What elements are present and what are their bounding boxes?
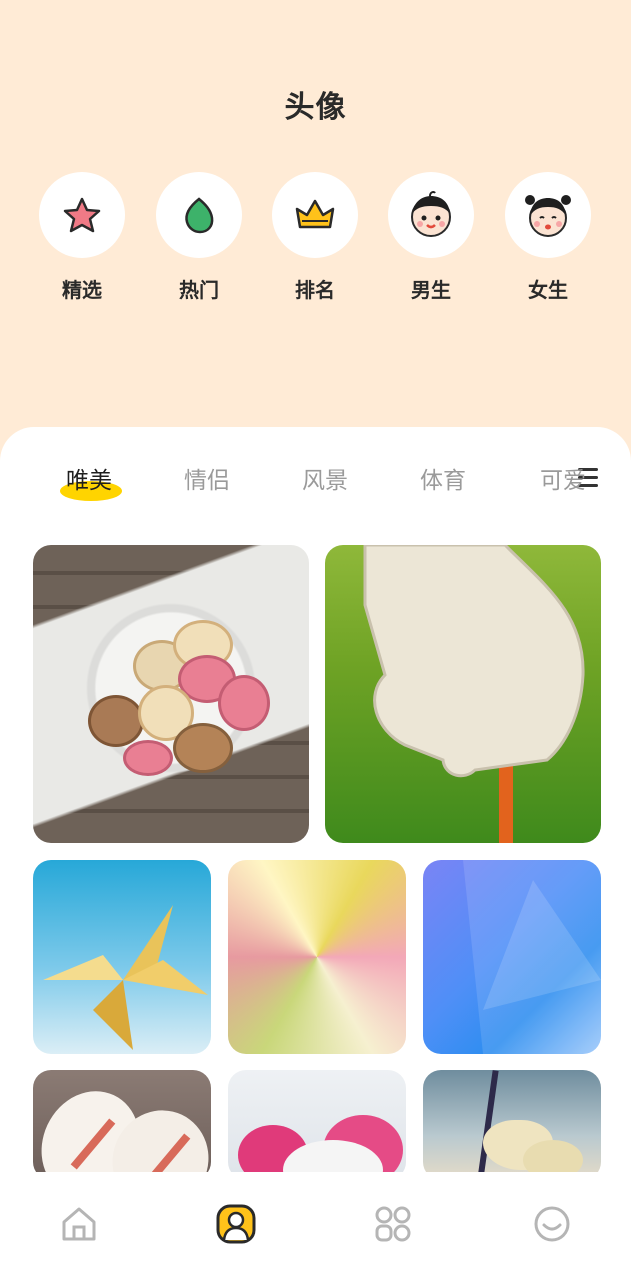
- pinwheel-illustration: [43, 905, 208, 1050]
- apps-grid-icon: [375, 1206, 411, 1242]
- category-row: 精选 热门 排名 男生 女生: [0, 172, 631, 312]
- gallery-image-blue-gradient[interactable]: [423, 860, 601, 1054]
- category-label: 热门: [179, 278, 219, 302]
- category-ranking[interactable]: 排名: [272, 172, 358, 303]
- category-icon-circle: [272, 172, 358, 258]
- gallery-image-pinwheel[interactable]: [33, 860, 211, 1054]
- category-icon-circle: [39, 172, 125, 258]
- category-featured[interactable]: 精选: [39, 172, 125, 303]
- category-hot[interactable]: 热门: [156, 172, 242, 303]
- macaron-shape: [123, 740, 173, 776]
- home-icon: [62, 1207, 96, 1241]
- category-girls[interactable]: 女生: [505, 172, 591, 303]
- gallery-image-golf[interactable]: [325, 545, 601, 843]
- tab-label: 可爱: [540, 468, 586, 494]
- category-boys[interactable]: 男生: [388, 172, 474, 303]
- leaf-icon: [185, 197, 214, 234]
- tab-couple[interactable]: 情侣: [184, 461, 230, 495]
- macaron-shape: [218, 675, 270, 731]
- boy-face-icon: [411, 191, 451, 237]
- star-icon: [63, 197, 101, 233]
- category-icon-circle: [156, 172, 242, 258]
- category-icon-circle: [505, 172, 591, 258]
- nav-home[interactable]: [57, 1202, 101, 1246]
- bottom-nav: [0, 1172, 631, 1280]
- category-label: 精选: [62, 278, 102, 302]
- category-icon-circle: [388, 172, 474, 258]
- gallery-image-macarons-2[interactable]: [33, 1070, 211, 1180]
- tab-scenery[interactable]: 风景: [302, 461, 348, 495]
- tab-label: 唯美: [66, 468, 112, 494]
- category-label: 男生: [411, 278, 451, 302]
- gallery-image-macarons-bowl[interactable]: [33, 545, 309, 843]
- tab-aesthetic[interactable]: 唯美: [60, 461, 122, 501]
- macaron-shape: [173, 723, 233, 773]
- gallery-image-hexagon-pattern[interactable]: [228, 860, 406, 1054]
- macaron-shape: [88, 695, 144, 747]
- nav-profile[interactable]: [530, 1202, 574, 1246]
- category-label: 排名: [295, 278, 335, 302]
- nav-avatar[interactable]: [214, 1202, 258, 1246]
- avatar-page: 头像 精选 热门 排名 男生 女生 唯美 情侣 风景 体育 可爱: [0, 0, 631, 1280]
- smile-icon: [534, 1206, 570, 1242]
- tab-sports[interactable]: 体育: [420, 461, 466, 495]
- page-title: 头像: [284, 90, 347, 125]
- category-label: 女生: [528, 278, 568, 302]
- tab-label: 体育: [420, 468, 466, 494]
- gallery-image-pink-heart[interactable]: [228, 1070, 406, 1180]
- golf-illustration: [363, 545, 585, 843]
- blue-shapes: [463, 860, 601, 1054]
- nav-apps[interactable]: [371, 1202, 415, 1246]
- tab-bar: 唯美 情侣 风景 体育 可爱: [0, 455, 631, 505]
- gallery-image-flowers[interactable]: [423, 1070, 601, 1180]
- crown-icon: [295, 199, 335, 229]
- girl-face-icon: [525, 195, 571, 237]
- tab-label: 风景: [302, 468, 348, 494]
- avatar-icon: [216, 1204, 256, 1244]
- tab-label: 情侣: [184, 468, 230, 494]
